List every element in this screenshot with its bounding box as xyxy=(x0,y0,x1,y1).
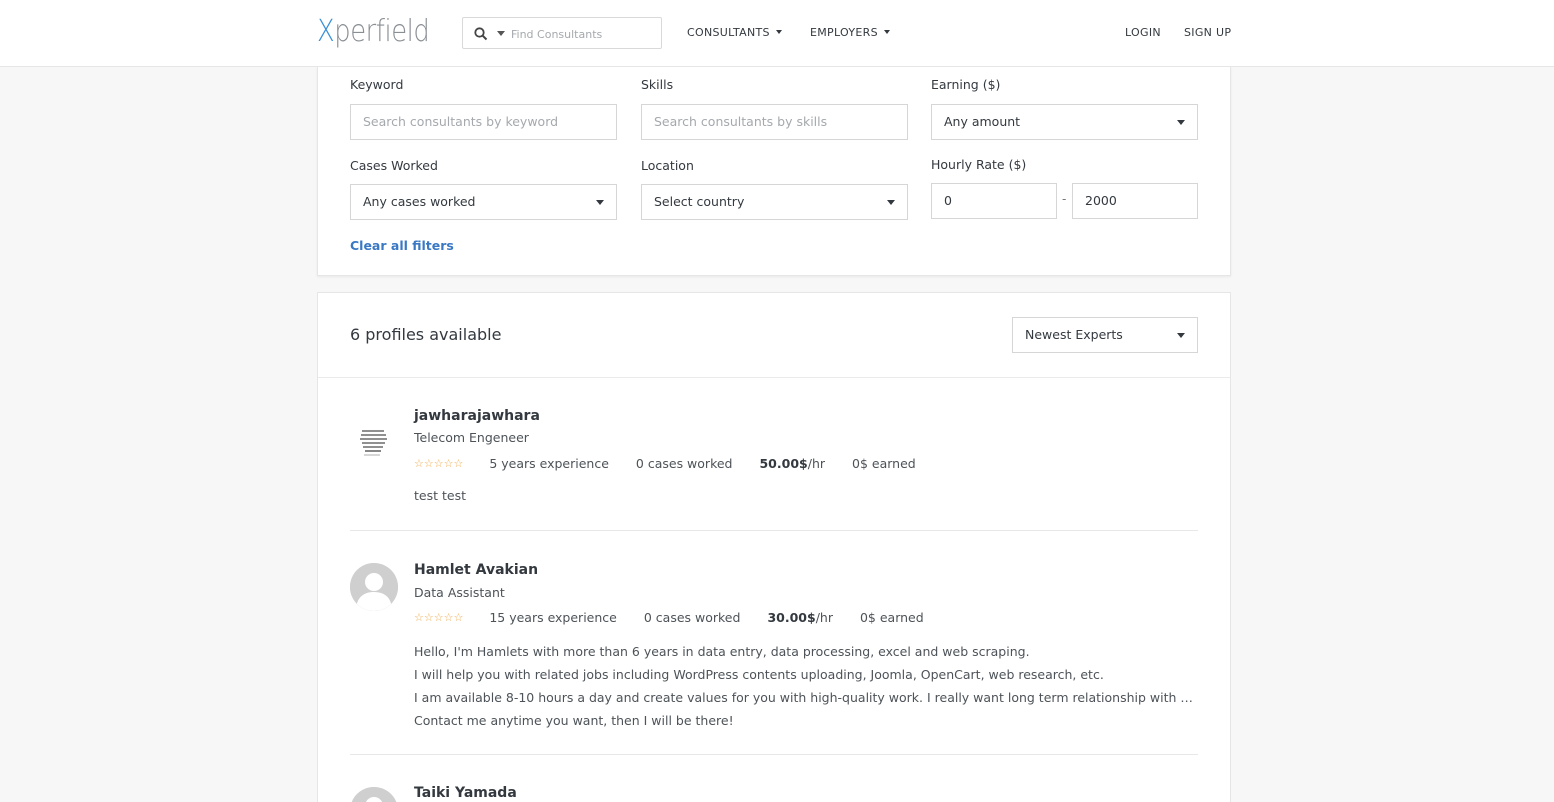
avatar[interactable] xyxy=(350,563,398,611)
skills-label: Skills xyxy=(641,77,674,92)
profile-earned: 0$ earned xyxy=(859,610,924,625)
chevron-down-icon xyxy=(1177,333,1185,338)
profile-rate-unit: /hr xyxy=(815,610,833,625)
rate-range-separator: - xyxy=(1062,192,1067,206)
profile-card[interactable]: jawharajawhara Telecom Engeneer ☆☆☆☆☆ 5 … xyxy=(350,378,1198,531)
cases-worked-select-value: Any cases worked xyxy=(363,194,476,209)
profile-description-line: Contact me anytime you want, then I will… xyxy=(414,713,734,728)
skills-input[interactable]: Search consultants by skills xyxy=(641,104,908,140)
chevron-down-icon xyxy=(1177,120,1185,125)
hourly-rate-min-input[interactable]: 0 xyxy=(931,183,1057,219)
chevron-down-icon xyxy=(887,200,895,205)
hourly-rate-max-input[interactable]: 2000 xyxy=(1072,183,1198,219)
profile-name[interactable]: Taiki Yamada xyxy=(414,785,517,801)
profile-rate-value: 30.00$ xyxy=(767,610,816,625)
sort-select[interactable]: Newest Experts xyxy=(1012,317,1198,353)
top-navbar: Xperfield CONSULTANTS EMPLOYERS LOGIN SI… xyxy=(0,0,1554,67)
profile-card[interactable]: Hamlet Avakian Data Assistant ☆☆☆☆☆ 15 y… xyxy=(350,531,1198,755)
nav-consultants[interactable]: CONSULTANTS xyxy=(687,26,782,39)
avatar[interactable] xyxy=(350,787,398,802)
profile-description: Hello, I'm Hamlets with more than 6 year… xyxy=(414,640,1198,732)
location-label: Location xyxy=(641,158,694,173)
profile-description-line: Hello, I'm Hamlets with more than 6 year… xyxy=(414,644,1030,659)
profiles-count: 6 profiles available xyxy=(350,325,502,344)
keyword-label: Keyword xyxy=(350,77,404,92)
search-icon[interactable] xyxy=(474,27,488,41)
results-panel: 6 profiles available Newest Experts jawh… xyxy=(317,292,1231,802)
profile-experience: 5 years experience xyxy=(489,456,609,471)
nav-employers[interactable]: EMPLOYERS xyxy=(810,26,890,39)
keyword-input[interactable]: Search consultants by keyword xyxy=(350,104,617,140)
profile-description-line: I will help you with related jobs includ… xyxy=(414,667,1104,682)
profile-name[interactable]: Hamlet Avakian xyxy=(414,562,538,578)
search-input[interactable] xyxy=(511,24,656,44)
profile-description: test test xyxy=(414,484,1198,507)
nav-employers-label: EMPLOYERS xyxy=(810,26,878,39)
earning-label: Earning ($) xyxy=(931,77,1001,92)
earning-select-value: Any amount xyxy=(944,114,1021,129)
location-select[interactable]: Select country xyxy=(641,184,908,220)
sort-select-value: Newest Experts xyxy=(1025,327,1123,342)
site-logo[interactable]: Xperfield xyxy=(317,14,430,49)
profile-meta: ☆☆☆☆☆ 15 years experience 0 cases worked… xyxy=(414,610,951,625)
consultant-search-box xyxy=(462,17,662,49)
user-placeholder-icon xyxy=(350,563,398,611)
signup-link[interactable]: SIGN UP xyxy=(1184,26,1231,39)
profile-rate-unit: /hr xyxy=(807,456,826,471)
profile-cases: 0 cases worked xyxy=(635,456,733,471)
chevron-down-icon xyxy=(775,30,782,34)
chevron-down-icon xyxy=(883,30,890,34)
user-placeholder-icon xyxy=(350,787,398,802)
logo-text: perfield xyxy=(334,14,430,49)
avatar-image xyxy=(358,426,390,458)
cases-worked-select[interactable]: Any cases worked xyxy=(350,184,617,220)
location-select-value: Select country xyxy=(654,194,745,209)
avatar[interactable] xyxy=(350,418,398,466)
profile-card[interactable]: Taiki Yamada xyxy=(350,755,1198,802)
login-link[interactable]: LOGIN xyxy=(1125,26,1161,39)
profile-rate: 30.00$/hr xyxy=(767,610,833,625)
profile-title: Telecom Engeneer xyxy=(414,430,529,445)
profile-meta: ☆☆☆☆☆ 5 years experience 0 cases worked … xyxy=(414,456,943,471)
nav-consultants-label: CONSULTANTS xyxy=(687,26,770,39)
filter-panel: Keyword Search consultants by keyword Sk… xyxy=(317,67,1231,276)
profile-description-line: test test xyxy=(414,488,466,503)
clear-filters-link[interactable]: Clear all filters xyxy=(350,238,454,253)
profile-rate-value: 50.00$ xyxy=(759,456,808,471)
chevron-down-icon xyxy=(596,200,604,205)
profile-rate: 50.00$/hr xyxy=(759,456,825,471)
rating-stars-icon: ☆☆☆☆☆ xyxy=(414,611,464,624)
profile-cases: 0 cases worked xyxy=(643,610,741,625)
cases-worked-label: Cases Worked xyxy=(350,158,438,173)
results-header: 6 profiles available Newest Experts xyxy=(318,293,1230,378)
profile-experience: 15 years experience xyxy=(489,610,617,625)
hourly-rate-label: Hourly Rate ($) xyxy=(931,157,1027,172)
search-type-dropdown-icon[interactable] xyxy=(497,31,505,36)
rating-stars-icon: ☆☆☆☆☆ xyxy=(414,457,464,470)
logo-initial: X xyxy=(317,14,335,49)
profile-title: Data Assistant xyxy=(414,585,505,600)
profile-name[interactable]: jawharajawhara xyxy=(414,408,540,424)
profile-earned: 0$ earned xyxy=(852,456,916,471)
profile-description-line: I am available 8-10 hours a day and crea… xyxy=(414,690,1198,705)
earning-select[interactable]: Any amount xyxy=(931,104,1198,140)
